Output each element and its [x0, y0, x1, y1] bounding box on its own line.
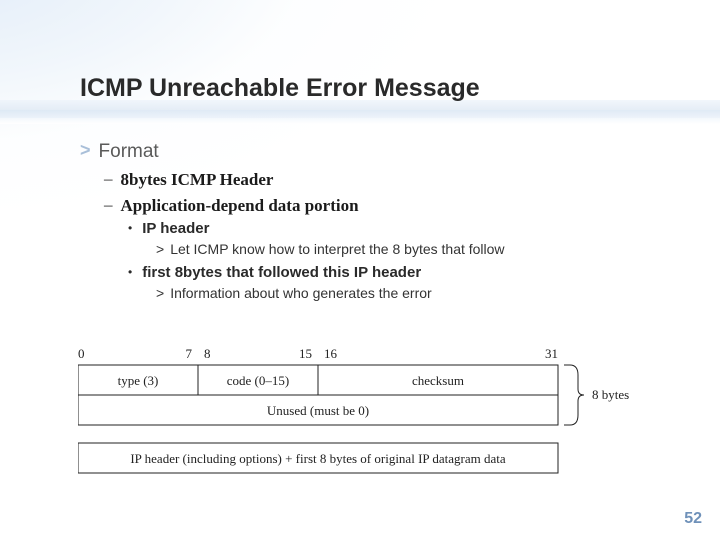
bullet-text: first 8bytes that followed this IP heade… — [142, 263, 421, 283]
bullet-ipheader: • IP header — [128, 219, 680, 239]
cell-unused: Unused (must be 0) — [267, 403, 369, 418]
slide-title: ICMP Unreachable Error Message — [80, 74, 480, 103]
dot-icon: • — [128, 219, 132, 239]
header-decor — [0, 100, 720, 136]
cell-type: type (3) — [118, 373, 159, 388]
packet-diagram: 0 7 8 15 16 31 type (3) code (0–15) chec… — [78, 345, 648, 495]
bit-label: 8 — [204, 346, 211, 361]
bit-label: 16 — [324, 346, 338, 361]
bullet-text: Information about who generates the erro… — [170, 284, 432, 302]
bit-label: 31 — [545, 346, 558, 361]
page-number: 52 — [684, 510, 702, 528]
bullet-text: Application-depend data portion — [121, 195, 359, 217]
dot-icon: • — [128, 263, 132, 283]
cell-code: code (0–15) — [227, 373, 289, 388]
cell-payload: IP header (including options) + first 8 … — [130, 451, 506, 466]
bullet-header8: – 8bytes ICMP Header — [104, 169, 680, 191]
bit-label: 7 — [186, 346, 193, 361]
chevron-icon: > — [156, 240, 164, 258]
slide: ICMP Unreachable Error Message > Format … — [0, 0, 720, 540]
bullet-ipheader-sub: > Let ICMP know how to interpret the 8 b… — [156, 240, 680, 258]
content-area: > Format – 8bytes ICMP Header – Applicat… — [80, 140, 680, 306]
chevron-icon: > — [156, 284, 164, 302]
bit-label: 15 — [299, 346, 312, 361]
chevron-icon: > — [80, 140, 91, 165]
bullet-appdata: – Application-depend data portion — [104, 195, 680, 217]
dash-icon: – — [104, 169, 113, 191]
bullet-text: 8bytes ICMP Header — [121, 169, 274, 191]
bullet-first8: • first 8bytes that followed this IP hea… — [128, 263, 680, 283]
bullet-text: Let ICMP know how to interpret the 8 byt… — [170, 240, 504, 258]
bullet-format: > Format — [80, 140, 680, 165]
bullet-first8-sub: > Information about who generates the er… — [156, 284, 680, 302]
bullet-text: IP header — [142, 219, 209, 239]
dash-icon: – — [104, 195, 113, 217]
bit-label: 0 — [78, 346, 85, 361]
brace-label: 8 bytes — [592, 387, 629, 402]
bullet-text: Format — [99, 140, 159, 165]
cell-checksum: checksum — [412, 373, 464, 388]
